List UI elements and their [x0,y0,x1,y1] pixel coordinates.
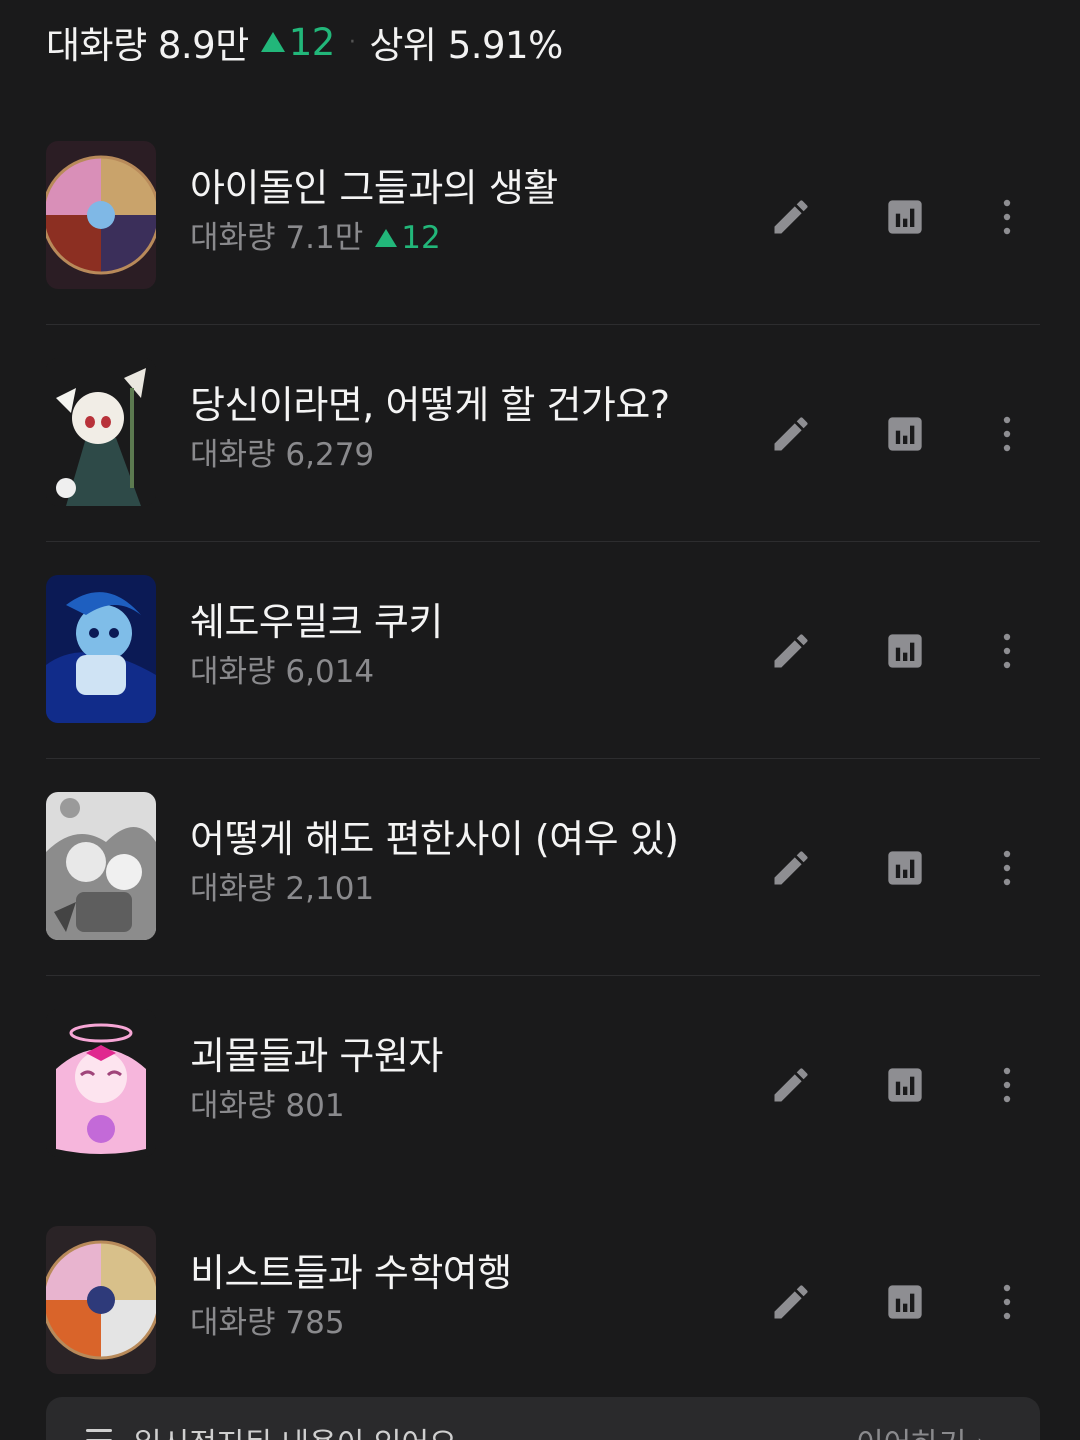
pencil-icon [774,1068,808,1102]
edit-button[interactable] [764,624,818,678]
edit-button[interactable] [764,1058,818,1112]
list-item[interactable]: 아이돌인 그들과의 생활 대화량 7.1만 12 [0,108,1080,325]
item-conversation-count: 대화량 6,014 [190,654,375,690]
item-info: 당신이라면, 어떻게 할 건가요? 대화량 6,279 [190,381,750,475]
more-vertical-icon [1003,850,1011,886]
total-stats-header: 대화량 8.9만 12 · 상위 5.91% [46,14,563,70]
more-vertical-icon [1003,633,1011,669]
page: 대화량 8.9만 12 · 상위 5.91% 아이돌인 그들과의 생활 대화량 … [0,0,1080,1440]
more-options-button[interactable] [980,407,1034,461]
pencil-icon [774,851,808,885]
item-info: 비스트들과 수학여행 대화량 785 [190,1249,750,1343]
total-delta: 12 [260,20,336,64]
list-item[interactable]: 당신이라면, 어떻게 할 건가요? 대화량 6,279 [0,325,1080,542]
separator-dot: · [348,29,356,55]
item-title: 어떻게 해도 편한사이 (여우 있) [190,817,679,861]
list-item[interactable]: 괴물들과 구원자 대화량 801 [0,976,1080,1193]
list-item[interactable]: 어떻게 해도 편한사이 (여우 있) 대화량 2,101 [0,759,1080,976]
more-options-button[interactable] [980,624,1034,678]
character-thumbnail[interactable] [46,1009,156,1157]
item-conversation-count: 대화량 2,101 [190,871,375,907]
more-vertical-icon [1003,199,1011,235]
stats-button[interactable] [878,407,932,461]
pencil-icon [774,200,808,234]
bar-chart-icon [888,1068,922,1102]
resume-link[interactable]: 이어하기 › [856,1419,988,1440]
stats-button[interactable] [878,1275,932,1329]
bar-chart-icon [888,200,922,234]
pencil-icon [774,417,808,451]
bar-chart-icon [888,1285,922,1319]
stats-button[interactable] [878,1058,932,1112]
list-item[interactable]: 비스트들과 수학여행 대화량 785 [0,1193,1080,1410]
character-thumbnail[interactable] [46,575,156,723]
item-delta: 12 [375,218,441,258]
bar-chart-icon [888,851,922,885]
item-conversation-count: 대화량 7.1만 [190,220,364,256]
item-title: 쉐도우밀크 쿠키 [190,600,443,644]
item-conversation-count: 대화량 6,279 [190,437,375,473]
item-stats: 대화량 2,101 [190,869,750,909]
item-stats: 대화량 6,279 [190,435,750,475]
character-thumbnail[interactable] [46,141,156,289]
up-arrow-icon [260,32,285,52]
character-thumbnail[interactable] [46,358,156,506]
up-arrow-icon [375,229,398,247]
character-thumbnail[interactable] [46,1226,156,1374]
more-options-button[interactable] [980,841,1034,895]
stats-button[interactable] [878,190,932,244]
item-stats: 대화량 801 [190,1086,750,1126]
item-info: 어떻게 해도 편한사이 (여우 있) 대화량 2,101 [190,815,750,909]
total-conversation-count: 대화량 8.9만 [46,24,249,67]
list-item[interactable]: 쉐도우밀크 쿠키 대화량 6,014 [0,542,1080,759]
item-stats: 대화량 785 [190,1303,750,1343]
more-options-button[interactable] [980,190,1034,244]
bar-chart-icon [888,634,922,668]
bar-chart-icon [888,417,922,451]
item-title: 당신이라면, 어떻게 할 건가요? [190,383,670,427]
item-delta-value: 12 [401,220,441,256]
item-stats: 대화량 6,014 [190,652,750,692]
item-conversation-count: 대화량 801 [190,1088,345,1124]
list-icon [86,1429,112,1440]
item-title: 괴물들과 구원자 [190,1034,443,1078]
item-info: 쉐도우밀크 쿠키 대화량 6,014 [190,598,750,692]
item-info: 아이돌인 그들과의 생활 대화량 7.1만 12 [190,164,750,258]
stats-button[interactable] [878,841,932,895]
pencil-icon [774,634,808,668]
more-vertical-icon [1003,416,1011,452]
item-title: 비스트들과 수학여행 [190,1251,512,1295]
rank-percentile: 상위 5.91% [369,24,563,67]
character-thumbnail[interactable] [46,792,156,940]
item-stats: 대화량 7.1만 12 [190,218,750,258]
stats-button[interactable] [878,624,932,678]
item-title: 아이돌인 그들과의 생활 [190,166,558,210]
edit-button[interactable] [764,190,818,244]
banner-text: 일시정지된 내용이 있어요 [134,1419,457,1440]
more-options-button[interactable] [980,1058,1034,1112]
more-vertical-icon [1003,1067,1011,1103]
edit-button[interactable] [764,841,818,895]
item-conversation-count: 대화량 785 [190,1305,345,1341]
edit-button[interactable] [764,407,818,461]
more-options-button[interactable] [980,1275,1034,1329]
resume-banner[interactable]: 일시정지된 내용이 있어요 이어하기 › [46,1397,1040,1440]
pencil-icon [774,1285,808,1319]
more-vertical-icon [1003,1284,1011,1320]
character-list: 아이돌인 그들과의 생활 대화량 7.1만 12 당신이라면, 어떻게 할 건가… [0,108,1080,1410]
item-info: 괴물들과 구원자 대화량 801 [190,1032,750,1126]
total-delta-value: 12 [288,20,336,64]
edit-button[interactable] [764,1275,818,1329]
